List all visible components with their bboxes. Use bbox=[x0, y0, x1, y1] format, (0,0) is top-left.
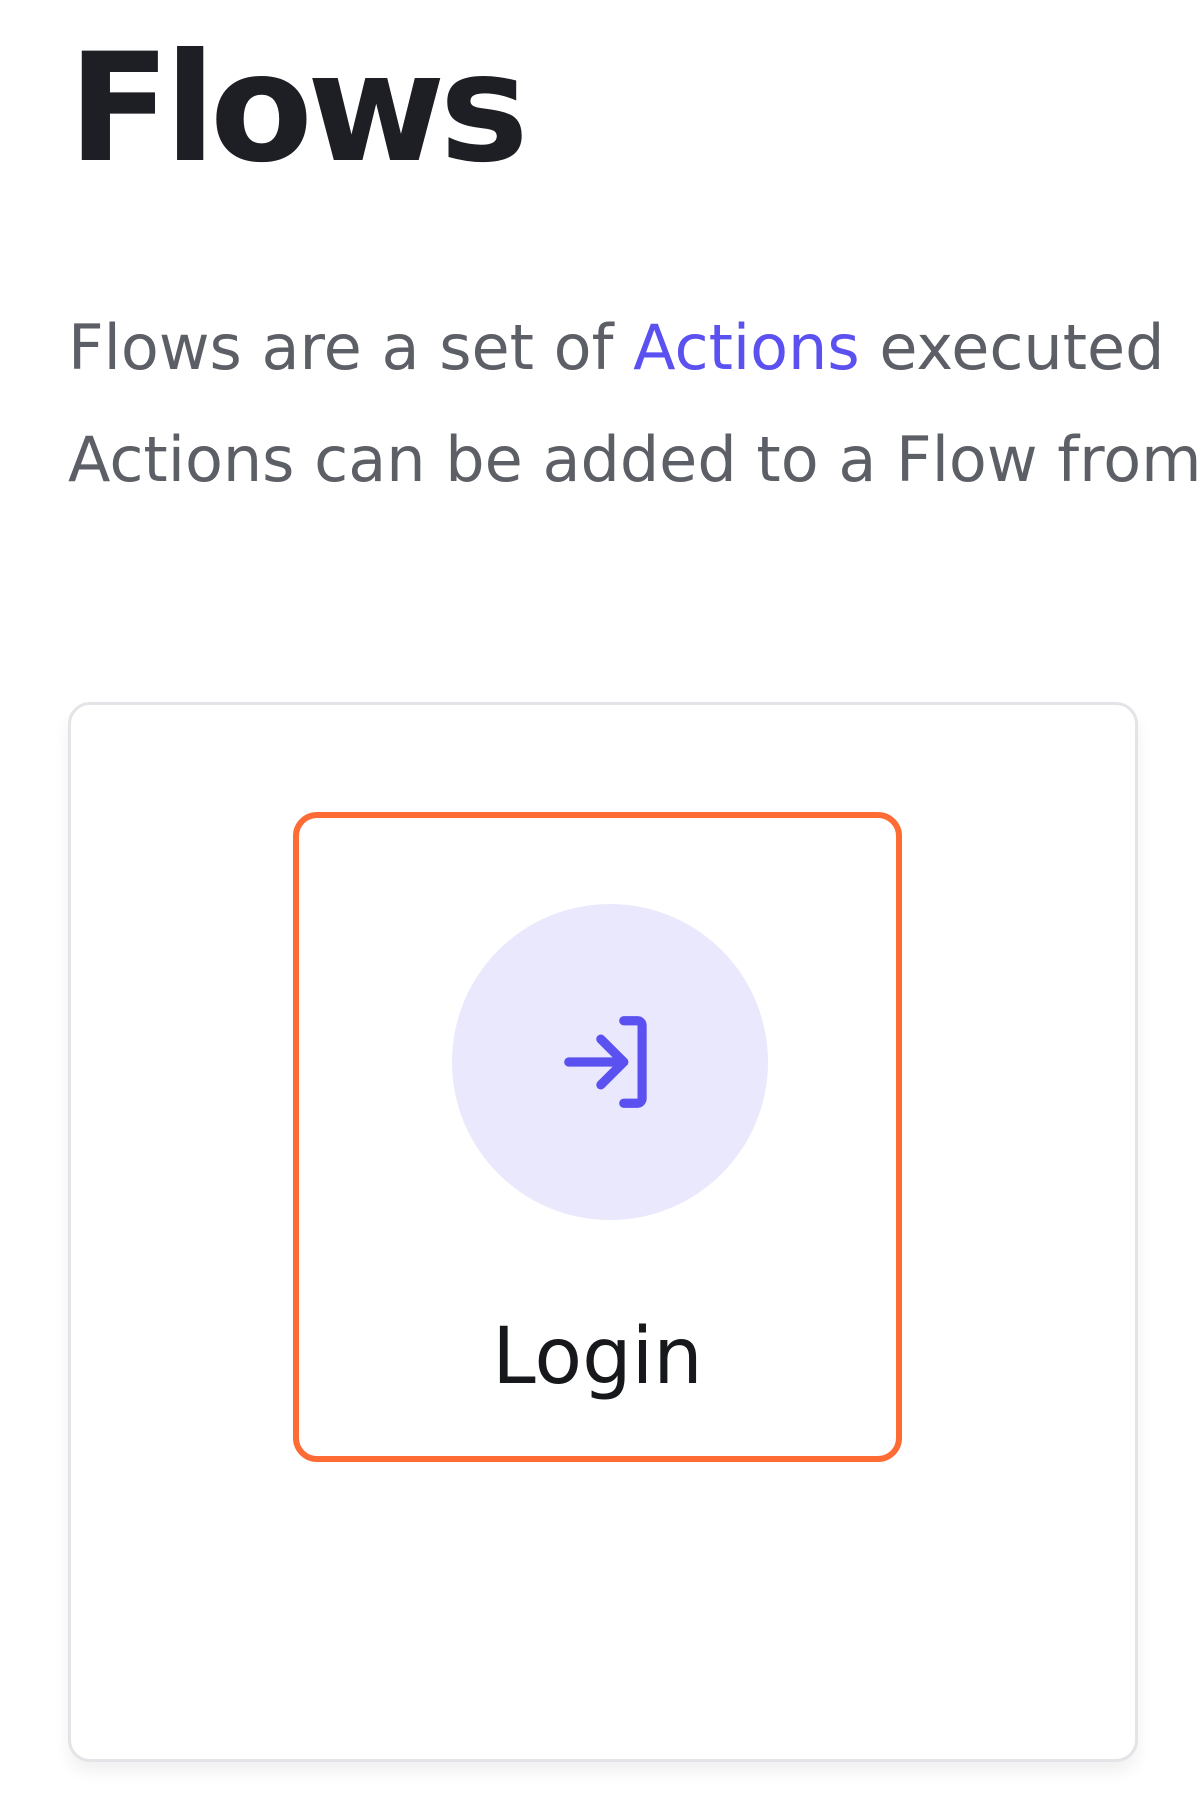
description-prefix: Flows are a set of bbox=[68, 311, 634, 384]
description-suffix: executed bbox=[859, 311, 1165, 384]
flow-icon-circle bbox=[452, 904, 768, 1220]
flow-tile-login[interactable]: Login bbox=[293, 812, 902, 1462]
description-line-2: Actions can be added to a Flow from bbox=[68, 423, 1200, 496]
login-icon bbox=[564, 1016, 647, 1108]
actions-link[interactable]: Actions bbox=[633, 311, 859, 384]
flow-label: Login bbox=[492, 1312, 703, 1402]
page-description: Flows are a set of Actions executed Acti… bbox=[68, 292, 1200, 516]
description-line-1: Flows are a set of Actions executed bbox=[68, 292, 1200, 404]
page-title: Flows bbox=[68, 22, 529, 196]
flows-page: Flows Flows are a set of Actions execute… bbox=[0, 0, 1200, 1815]
